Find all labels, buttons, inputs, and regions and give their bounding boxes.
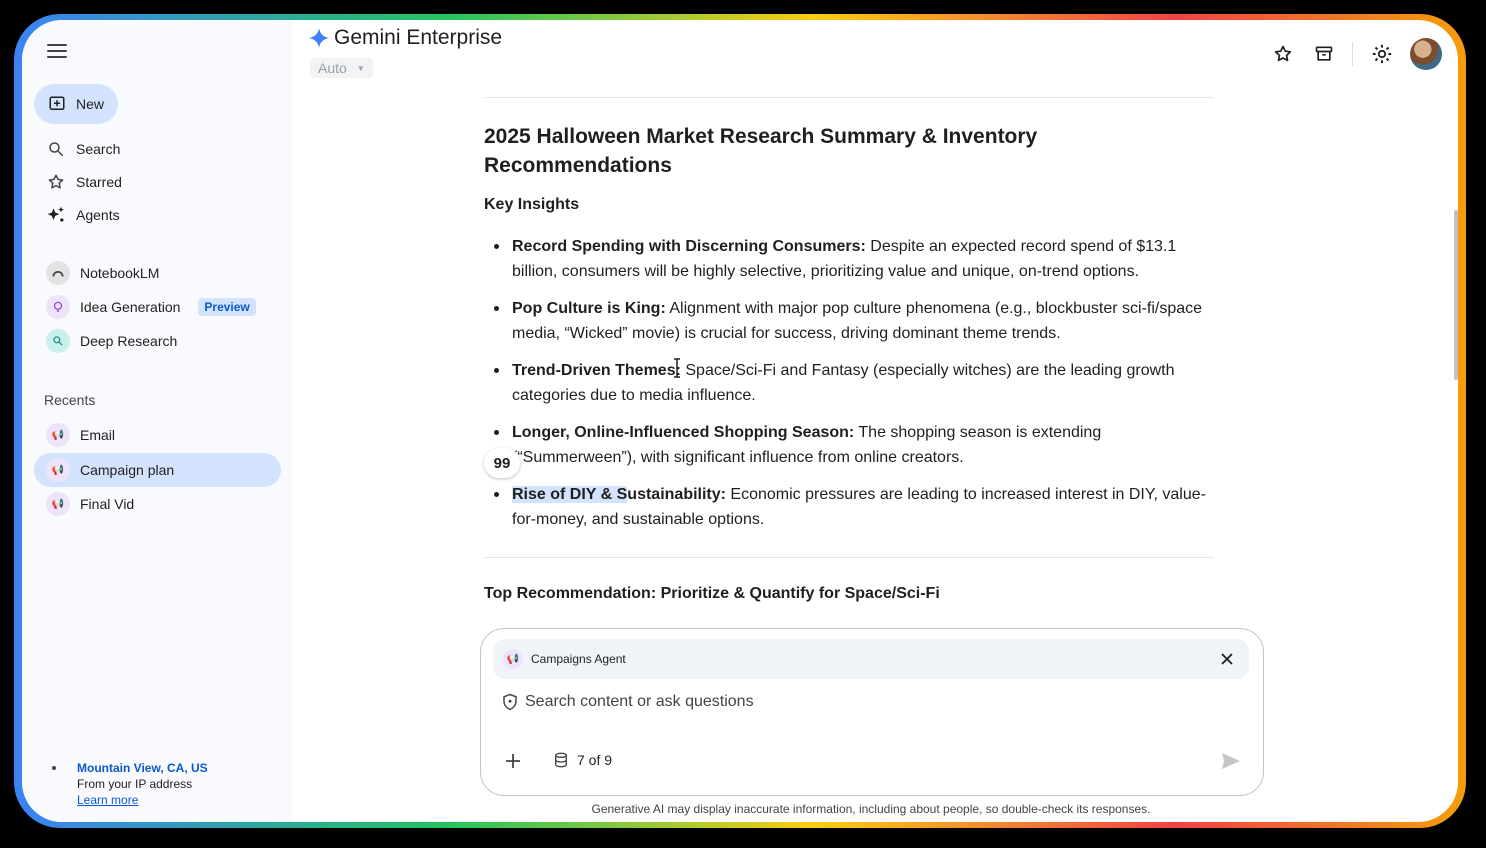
sidebar-item-label: Deep Research (80, 333, 178, 349)
megaphone-icon: 📢 (46, 423, 70, 447)
toolbar-divider (1352, 42, 1353, 66)
recent-item-campaign-plan[interactable]: 📢 Campaign plan (34, 453, 281, 487)
insight-title: Trend-Driven Themes: (512, 362, 681, 379)
selected-text-highlight[interactable]: Rise of DIY & S (512, 486, 628, 503)
prompt-input[interactable]: Search content or ask questions (501, 693, 754, 711)
database-icon (555, 752, 567, 768)
close-icon[interactable] (1217, 649, 1237, 669)
location-source: From your IP address (77, 777, 193, 791)
location-city: Mountain View, CA, US (77, 761, 208, 775)
list-item: Rise of DIY & Sustainability: Economic p… (492, 482, 1212, 532)
lightbulb-icon (46, 295, 70, 319)
sidebar-item-label: Starred (76, 174, 122, 190)
sidebar-item-deep-research[interactable]: Deep Research (34, 325, 274, 357)
key-insights-heading: Key Insights (484, 196, 580, 213)
model-select-value: Auto (318, 60, 347, 76)
preview-badge: Preview (198, 298, 256, 316)
add-attachment-button[interactable] (501, 749, 525, 773)
scrollbar[interactable] (1454, 210, 1458, 380)
sources-count: 7 of 9 (577, 752, 613, 768)
megaphone-icon: 📢 (46, 492, 70, 516)
gemini-spark-icon (308, 27, 330, 49)
settings-button[interactable] (1366, 38, 1398, 70)
list-item: Longer, Online-Influenced Shopping Seaso… (492, 420, 1212, 470)
sidebar-item-label: Idea Generation (80, 299, 181, 315)
new-chat-button[interactable]: New (34, 84, 118, 124)
sidebar-item-label: Search (76, 141, 121, 157)
agent-name: Campaigns Agent (531, 652, 626, 666)
list-item: Record Spending with Discerning Consumer… (492, 234, 1212, 284)
list-item: Trend-Driven Themes: Space/Sci-Fi and Fa… (492, 358, 1212, 408)
recent-item-label: Campaign plan (80, 462, 175, 478)
location-dot-icon (52, 766, 56, 770)
new-chat-icon (49, 96, 65, 110)
sidebar: New Search Starred Agents NotebookLM Ide… (22, 20, 292, 822)
sidebar-item-idea-generation[interactable]: Idea Generation Preview (34, 291, 274, 323)
insight-title: Record Spending with Discerning Consumer… (512, 238, 866, 255)
insight-title: ustainability: (627, 486, 726, 503)
archive-icon (1315, 46, 1333, 61)
search-icon (46, 139, 66, 159)
insights-list: Record Spending with Discerning Consumer… (492, 234, 1212, 544)
composer: 📢 Campaigns Agent Search content or ask … (480, 628, 1264, 796)
notebooklm-icon (46, 261, 70, 285)
megaphone-icon: 📢 (503, 649, 523, 669)
model-select[interactable]: Auto ▼ (310, 58, 373, 78)
app-title-text: Gemini Enterprise (334, 26, 503, 49)
send-icon[interactable] (1219, 749, 1243, 773)
top-actions (1258, 38, 1442, 70)
learn-more-link[interactable]: Learn more (77, 792, 208, 808)
citation-button[interactable]: 99 (484, 448, 520, 478)
megaphone-icon: 📢 (46, 458, 70, 482)
app-window: New Search Starred Agents NotebookLM Ide… (22, 20, 1458, 822)
chevron-down-icon: ▼ (356, 63, 365, 73)
new-chat-label: New (76, 96, 105, 112)
sidebar-item-search[interactable]: Search (34, 134, 274, 164)
sources-button[interactable]: 7 of 9 (541, 745, 624, 775)
gear-icon (1372, 44, 1392, 64)
divider (484, 97, 1214, 98)
report-title: 2025 Halloween Market Research Summary &… (484, 125, 1038, 177)
agents-sparkle-icon (46, 205, 66, 225)
prompt-placeholder: Search content or ask questions (525, 693, 754, 710)
text-cursor-icon (674, 358, 680, 378)
plus-icon (506, 754, 520, 768)
list-item: Pop Culture is King: Alignment with majo… (492, 296, 1212, 346)
sidebar-item-notebooklm[interactable]: NotebookLM (34, 257, 274, 289)
avatar[interactable] (1410, 38, 1442, 70)
recent-item-email[interactable]: 📢 Email (34, 418, 281, 452)
insight-title: Longer, Online-Influenced Shopping Seaso… (512, 424, 855, 441)
deep-research-icon (46, 329, 70, 353)
location-info: Mountain View, CA, US From your IP addre… (52, 760, 208, 808)
recents-heading: Recents (44, 392, 96, 408)
sidebar-item-label: Agents (76, 207, 120, 223)
shield-icon (503, 693, 517, 711)
insight-title: Pop Culture is King: (512, 300, 666, 317)
sidebar-item-agents[interactable]: Agents (34, 200, 274, 230)
star-icon (1274, 45, 1292, 62)
disclaimer: Generative AI may display inaccurate inf… (591, 802, 1151, 816)
menu-icon[interactable] (44, 40, 70, 66)
app-title: Gemini Enterprise (308, 26, 502, 50)
sidebar-item-starred[interactable]: Starred (34, 167, 274, 197)
recent-item-label: Final Vid (80, 496, 135, 512)
star-button[interactable] (1267, 38, 1299, 70)
agent-chip[interactable]: 📢 Campaigns Agent (493, 639, 1249, 679)
divider (484, 557, 1214, 558)
sidebar-item-label: NotebookLM (80, 265, 160, 281)
star-icon (46, 172, 66, 192)
recent-item-final-vid[interactable]: 📢 Final Vid (34, 487, 281, 521)
archive-button[interactable] (1308, 38, 1340, 70)
recent-item-label: Email (80, 427, 116, 443)
top-recommendation-heading: Top Recommendation: Prioritize & Quantif… (484, 585, 940, 602)
